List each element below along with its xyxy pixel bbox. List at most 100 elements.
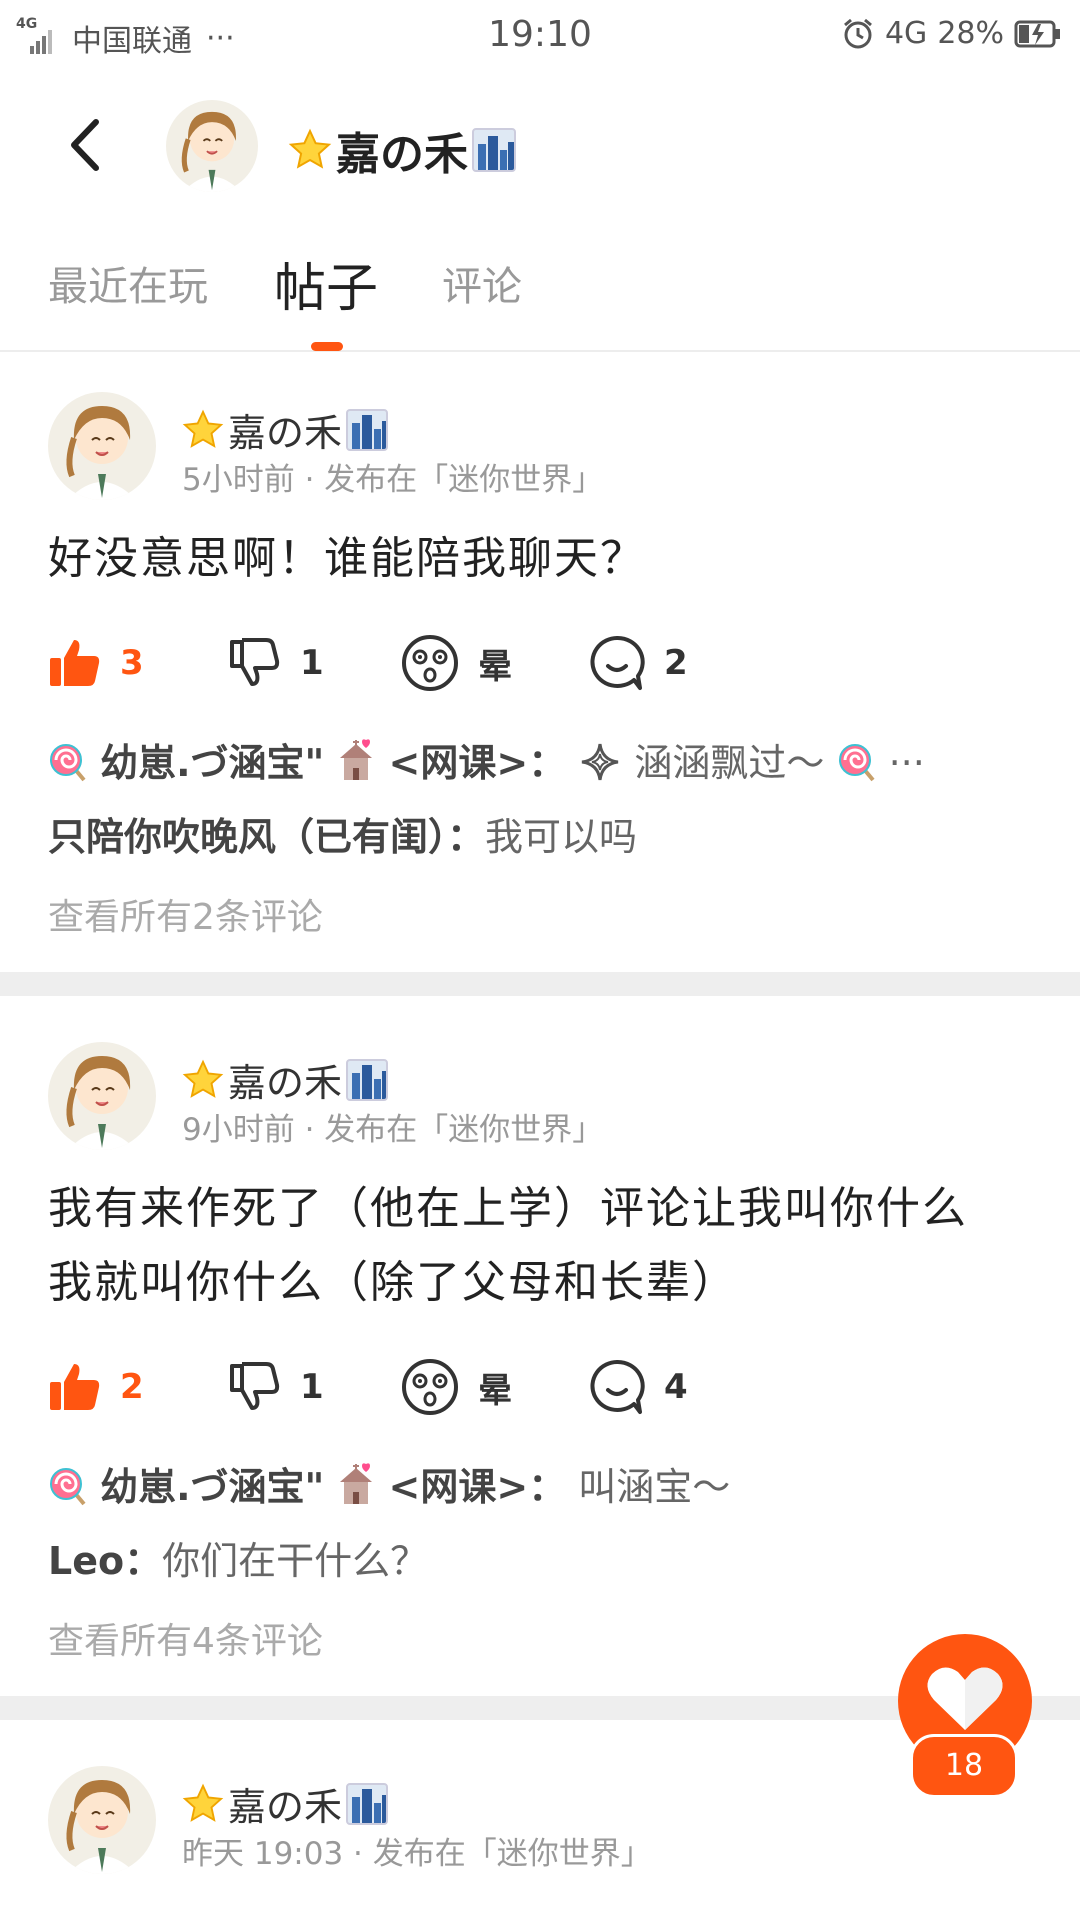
cityscape-icon (346, 1782, 389, 1825)
profile-name: 嘉の禾 (336, 129, 468, 180)
post-card[interactable]: 嘉の禾 5小时前 · 发布在「迷你世界」 好没意思啊！谁能陪我聊天？ 3 1 晕… (0, 392, 1080, 972)
comment-preview[interactable]: 只陪你吹晚风（已有闺）：我可以吗 (48, 806, 1058, 861)
thumbs-up-icon (50, 1364, 100, 1410)
comment-preview[interactable]: Leo：你们在干什么？ (48, 1530, 1058, 1585)
avatar[interactable] (166, 100, 258, 192)
comment-preview[interactable]: 幼崽.づ涵宝" <网课>： 涵涵飘过～ ··· (48, 732, 1058, 787)
author-avatar[interactable] (48, 1766, 156, 1874)
star-icon (182, 1783, 224, 1822)
like-button[interactable]: 3 (48, 628, 144, 698)
post-time: 5小时前 (182, 462, 295, 498)
tab-indicator (311, 342, 343, 351)
cityscape-icon (346, 1058, 389, 1101)
post-source: 发布在「迷你世界」 (372, 1836, 652, 1872)
author-name[interactable]: 嘉の禾 (182, 1052, 389, 1107)
thumbs-up-icon (50, 640, 100, 686)
author-name-text: 嘉の禾 (228, 411, 343, 455)
dislike-button[interactable]: 1 (228, 1352, 324, 1422)
author-name-text: 嘉の禾 (228, 1785, 343, 1829)
comment-preview[interactable]: 幼崽.づ涵宝" <网课>： 叫涵宝～ (48, 1456, 1058, 1511)
battery-charging-icon (1014, 20, 1060, 47)
post-source: 发布在「迷你世界」 (324, 462, 604, 498)
author-name[interactable]: 嘉の禾 (182, 1776, 389, 1831)
comment-author-suffix: <网课>： (388, 1465, 567, 1509)
dizzy-face-icon (402, 635, 458, 691)
post-content-line: 我就叫你什么（除了父母和长辈） (48, 1257, 738, 1308)
comment-button[interactable]: 4 (588, 1352, 688, 1422)
view-all-comments-link[interactable]: 查看所有2条评论 (48, 888, 323, 940)
comment-button[interactable]: 2 (588, 628, 688, 698)
dizzy-face-icon (402, 1359, 458, 1415)
post-source: 发布在「迷你世界」 (324, 1112, 604, 1148)
post-meta: 昨天 19:03 · 发布在「迷你世界」 (182, 1836, 652, 1872)
chevron-left-icon (71, 119, 99, 171)
lollipop-icon (50, 744, 86, 782)
post-card[interactable]: 嘉の禾 9小时前 · 发布在「迷你世界」 我有来作死了（他在上学）评论让我叫你什… (0, 1042, 1080, 1682)
comment-text: 涵涵飘过～ (634, 741, 825, 785)
back-button[interactable] (52, 110, 122, 180)
author-name-text: 嘉の禾 (228, 1061, 343, 1105)
dislike-count: 1 (300, 1367, 324, 1407)
post-content[interactable]: 好没意思啊！谁能陪我聊天？ (48, 522, 1038, 596)
divider (0, 972, 1080, 996)
post-actions: 2 1 晕 4 (48, 1352, 1048, 1422)
post-content-line: 我有来作死了（他在上学）评论让我叫你什么 (48, 1183, 968, 1234)
comment-count: 2 (664, 643, 688, 683)
dislike-count: 1 (300, 643, 324, 683)
tab-recently-played[interactable]: 最近在玩 (48, 254, 208, 312)
thumbs-down-icon (230, 1362, 280, 1410)
lollipop-icon (838, 744, 875, 782)
lollipop-icon (50, 1468, 86, 1506)
comment-text: 你们在干什么？ (162, 1539, 429, 1583)
star-icon (182, 409, 224, 448)
profile-header: 嘉の禾 (0, 92, 1080, 202)
network-type: 4G (884, 16, 928, 51)
comment-text: 叫涵宝～ (578, 1465, 731, 1509)
author-name[interactable]: 嘉の禾 (182, 402, 389, 457)
cityscape-icon (346, 408, 389, 451)
thumbs-down-icon (230, 638, 280, 686)
tab-bar: 最近在玩 帖子 评论 (0, 232, 1080, 352)
author-avatar[interactable] (48, 1042, 156, 1150)
post-time: 昨天 19:03 (182, 1836, 344, 1872)
comment-author[interactable]: 幼崽.づ涵宝" (100, 1465, 324, 1509)
post-actions: 3 1 晕 2 (48, 628, 1048, 698)
like-count: 2 (120, 1367, 144, 1407)
wedding-chapel-icon (340, 1463, 373, 1504)
dizzy-label: 晕 (478, 646, 512, 687)
comment-bubble-icon (590, 635, 645, 690)
post-content[interactable]: 我有来作死了（他在上学）评论让我叫你什么 我就叫你什么（除了父母和长辈） (48, 1172, 1038, 1320)
wedding-chapel-icon (340, 739, 373, 780)
page-title: 嘉の禾 (288, 118, 516, 182)
post-time: 9小时前 (182, 1112, 295, 1148)
dizzy-button[interactable]: 晕 (400, 1352, 512, 1422)
comment-bubble-icon (590, 1359, 645, 1414)
alarm-icon (844, 18, 872, 48)
comment-more: ··· (888, 741, 925, 785)
tab-posts[interactable]: 帖子 (274, 246, 378, 321)
sparkle-icon (582, 743, 619, 781)
star-icon (182, 1059, 224, 1098)
like-button[interactable]: 2 (48, 1352, 144, 1422)
tab-comments[interactable]: 评论 (442, 254, 522, 312)
comment-text: 我可以吗 (485, 815, 638, 859)
comment-author[interactable]: 幼崽.づ涵宝" (100, 741, 324, 785)
battery-percent: 28% (937, 16, 1004, 51)
comment-author[interactable]: Leo： (48, 1539, 162, 1583)
author-avatar[interactable] (48, 392, 156, 500)
dizzy-label: 晕 (478, 1370, 512, 1411)
status-bar: 4G 中国联通 ··· 19:10 4G 28% (0, 0, 1080, 76)
comment-author-suffix: <网课>： (388, 741, 567, 785)
comment-count: 4 (664, 1367, 688, 1407)
post-meta: 9小时前 · 发布在「迷你世界」 (182, 1112, 604, 1148)
comment-author[interactable]: 只陪你吹晚风（已有闺）： (48, 815, 485, 859)
dizzy-button[interactable]: 晕 (400, 628, 512, 698)
view-all-comments-link[interactable]: 查看所有4条评论 (48, 1612, 323, 1664)
dislike-button[interactable]: 1 (228, 628, 324, 698)
cityscape-icon (472, 128, 516, 172)
star-icon (288, 128, 332, 169)
like-total-count: 18 (910, 1734, 1018, 1798)
post-meta: 5小时前 · 发布在「迷你世界」 (182, 462, 604, 498)
like-count: 3 (120, 643, 144, 683)
post-content-line: 好没意思啊！谁能陪我聊天？ (48, 533, 646, 584)
